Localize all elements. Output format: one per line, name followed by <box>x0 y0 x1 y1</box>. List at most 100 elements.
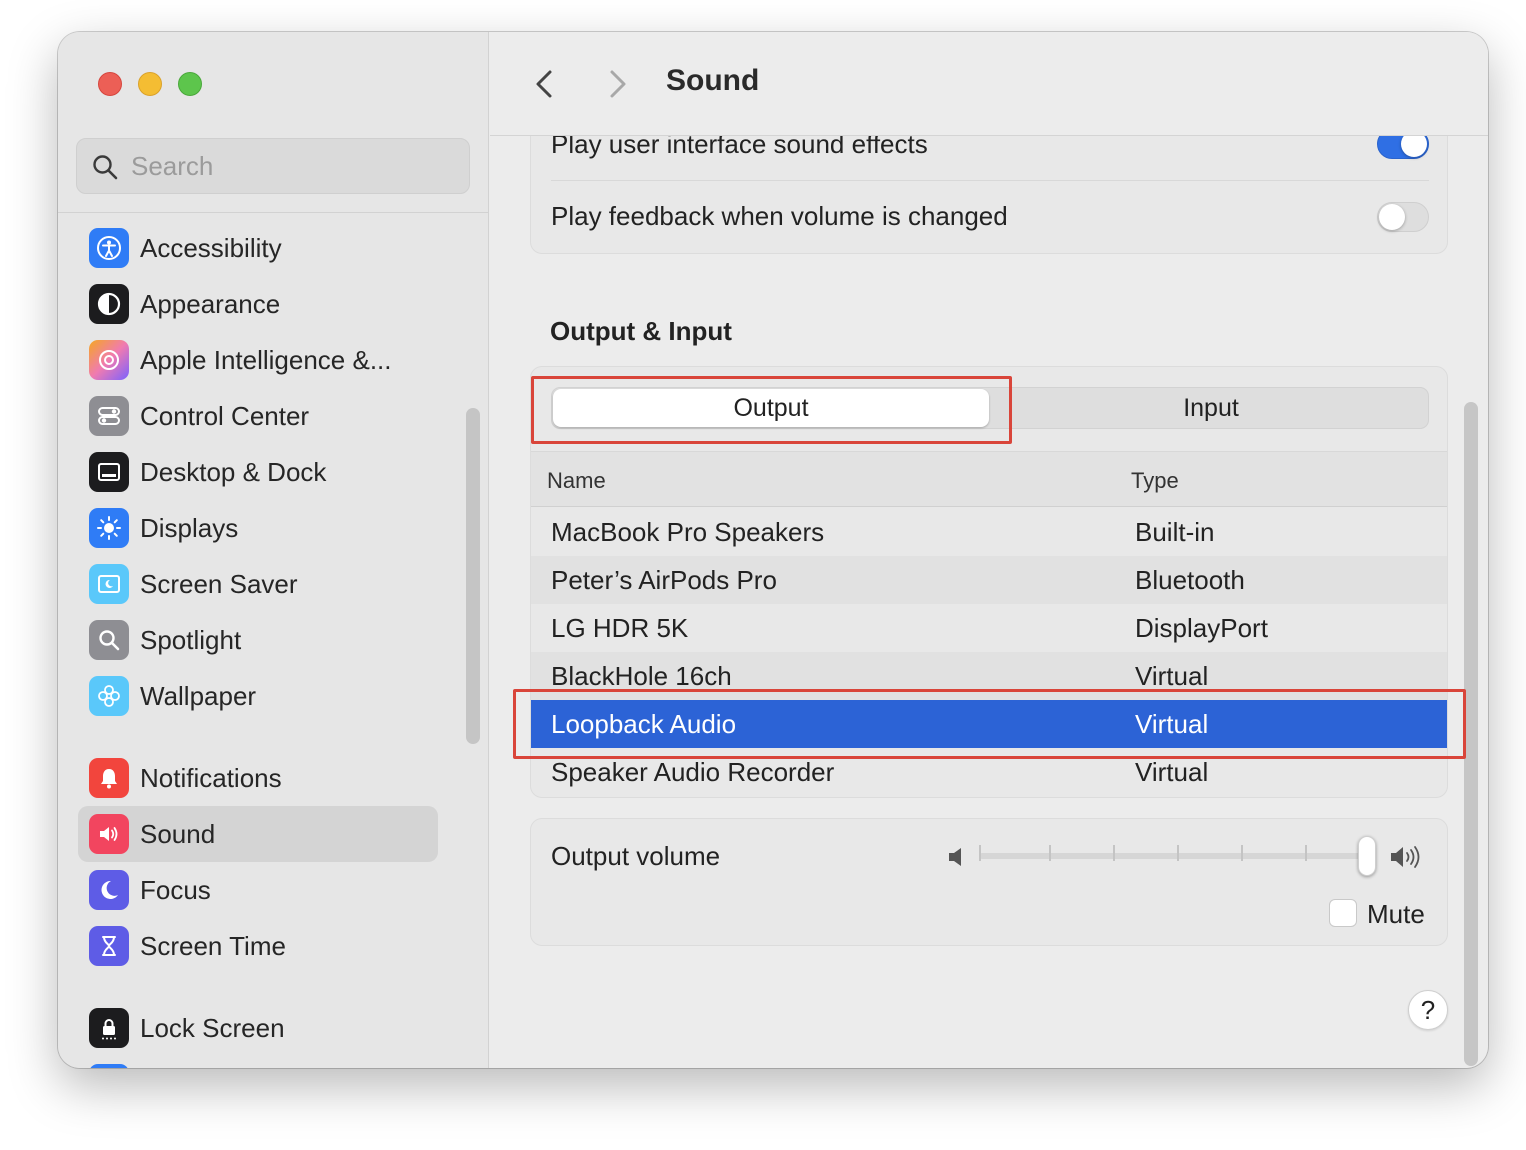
volume-high-icon <box>1391 846 1420 868</box>
sidebar-item-label: Spotlight <box>140 624 242 655</box>
volume-low-icon <box>949 848 961 866</box>
appearance-icon <box>89 284 129 324</box>
sidebar-item-label: Wallpaper <box>140 680 257 711</box>
table-row[interactable]: MacBook Pro Speakers Built-in <box>531 508 1447 556</box>
sidebar-divider <box>58 212 489 213</box>
sidebar-item-focus[interactable]: Focus <box>78 862 438 918</box>
volume-slider-knob[interactable] <box>1358 836 1377 876</box>
search-field[interactable] <box>76 138 470 194</box>
sidebar-item-screen-time[interactable]: Screen Time <box>78 918 438 974</box>
column-header-type[interactable]: Type <box>1131 468 1179 494</box>
zoom-window-button[interactable] <box>178 72 202 96</box>
sidebar-item-displays[interactable]: Displays <box>78 500 438 556</box>
sound-effects-card: Play user interface sound effects Play f… <box>530 136 1448 254</box>
wallpaper-icon <box>89 676 129 716</box>
slider-tick <box>1049 845 1051 861</box>
window-controls <box>98 72 202 96</box>
table-row[interactable]: Speaker Audio Recorder Virtual <box>531 748 1447 796</box>
search-input[interactable] <box>131 139 451 193</box>
device-name: Loopback Audio <box>551 709 737 739</box>
sidebar-item-label: Apple Intelligence &... <box>140 344 392 375</box>
sidebar-list: Accessibility Appearance Apple Intellige… <box>58 214 489 1068</box>
back-button[interactable] <box>530 66 560 102</box>
mute-checkbox[interactable] <box>1329 899 1357 927</box>
focus-icon <box>89 870 129 910</box>
content-area: Play user interface sound effects Play f… <box>490 136 1488 1068</box>
sidebar-item-label: Control Center <box>140 400 310 431</box>
minimize-window-button[interactable] <box>138 72 162 96</box>
lock-screen-icon <box>89 1008 129 1048</box>
sidebar-item-accessibility[interactable]: Accessibility <box>78 220 438 276</box>
feedback-label: Play feedback when volume is changed <box>551 201 1008 231</box>
sidebar-item-wallpaper[interactable]: Wallpaper <box>78 668 438 724</box>
slider-tick <box>1177 845 1179 861</box>
sidebar-item-partial[interactable] <box>78 1056 438 1068</box>
sidebar-item-appearance[interactable]: Appearance <box>78 276 438 332</box>
device-type: Virtual <box>1135 661 1209 691</box>
device-name: LG HDR 5K <box>551 613 689 643</box>
sidebar-item-lock-screen[interactable]: Lock Screen <box>78 1000 438 1056</box>
slider-tick <box>1305 845 1307 861</box>
device-type: Bluetooth <box>1135 565 1245 595</box>
device-name: BlackHole 16ch <box>551 661 732 691</box>
table-row-selected[interactable]: Loopback Audio Virtual <box>531 700 1447 748</box>
sidebar-item-label: Appearance <box>140 288 281 319</box>
main-scrollbar[interactable] <box>1464 402 1478 1066</box>
displays-icon <box>89 508 129 548</box>
sidebar-item-label: Notifications <box>140 762 282 793</box>
desktop-dock-icon <box>89 452 129 492</box>
device-name: Peter’s AirPods Pro <box>551 565 777 595</box>
slider-tick <box>979 845 981 861</box>
sidebar: Accessibility Appearance Apple Intellige… <box>58 32 489 1068</box>
sidebar-item-label: Sound <box>140 818 216 849</box>
row-divider <box>551 180 1429 181</box>
sidebar-item-sound[interactable]: Sound <box>78 806 438 862</box>
table-row[interactable]: Peter’s AirPods Pro Bluetooth <box>531 556 1447 604</box>
control-center-icon <box>89 396 129 436</box>
main-pane: Sound Play user interface sound effects … <box>490 32 1488 1068</box>
partial-icon <box>89 1064 129 1068</box>
toggle-knob <box>1401 136 1427 157</box>
toolbar: Sound <box>490 32 1488 136</box>
output-input-heading: Output & Input <box>550 316 732 346</box>
sidebar-item-desktop-dock[interactable]: Desktop & Dock <box>78 444 438 500</box>
screen-time-icon <box>89 926 129 966</box>
ui-sounds-toggle[interactable] <box>1377 136 1429 159</box>
output-volume-slider[interactable] <box>979 853 1371 859</box>
table-row[interactable]: BlackHole 16ch Virtual <box>531 652 1447 700</box>
mute-label: Mute <box>1367 899 1425 929</box>
sidebar-item-spotlight[interactable]: Spotlight <box>78 612 438 668</box>
tab-input[interactable]: Input <box>992 388 1430 428</box>
device-type: Built-in <box>1135 517 1215 547</box>
sidebar-item-apple-intelligence[interactable]: Apple Intelligence &... <box>78 332 438 388</box>
sidebar-item-label: Focus <box>140 874 211 905</box>
column-header-name[interactable]: Name <box>547 468 606 494</box>
sidebar-item-label: Accessibility <box>140 232 282 263</box>
sidebar-item-label: Desktop & Dock <box>140 456 327 487</box>
close-window-button[interactable] <box>98 72 122 96</box>
sound-icon <box>89 814 129 854</box>
sidebar-scrollbar[interactable] <box>466 408 480 744</box>
forward-button[interactable] <box>602 66 632 102</box>
search-icon <box>93 155 118 180</box>
table-row[interactable]: LG HDR 5K DisplayPort <box>531 604 1447 652</box>
device-type: DisplayPort <box>1135 613 1268 643</box>
output-volume-label: Output volume <box>551 841 721 871</box>
output-input-segmented-control: Output Input <box>551 387 1429 429</box>
slider-tick <box>1241 845 1243 861</box>
help-button[interactable]: ? <box>1408 990 1448 1030</box>
screen-saver-icon <box>89 564 129 604</box>
sidebar-item-label: Screen Time <box>140 930 286 961</box>
device-name: MacBook Pro Speakers <box>551 517 825 547</box>
sidebar-item-notifications[interactable]: Notifications <box>78 750 438 806</box>
sidebar-item-control-center[interactable]: Control Center <box>78 388 438 444</box>
apple-intelligence-icon <box>89 340 129 380</box>
sidebar-item-screen-saver[interactable]: Screen Saver <box>78 556 438 612</box>
output-input-card: Output Input Name Type MacBook Pro Speak… <box>530 366 1448 798</box>
slider-tick <box>1113 845 1115 861</box>
feedback-toggle[interactable] <box>1377 202 1429 232</box>
device-type: Virtual <box>1135 757 1209 787</box>
sidebar-item-label: Lock Screen <box>140 1012 285 1043</box>
tab-output[interactable]: Output <box>553 389 989 427</box>
accessibility-icon <box>89 228 129 268</box>
